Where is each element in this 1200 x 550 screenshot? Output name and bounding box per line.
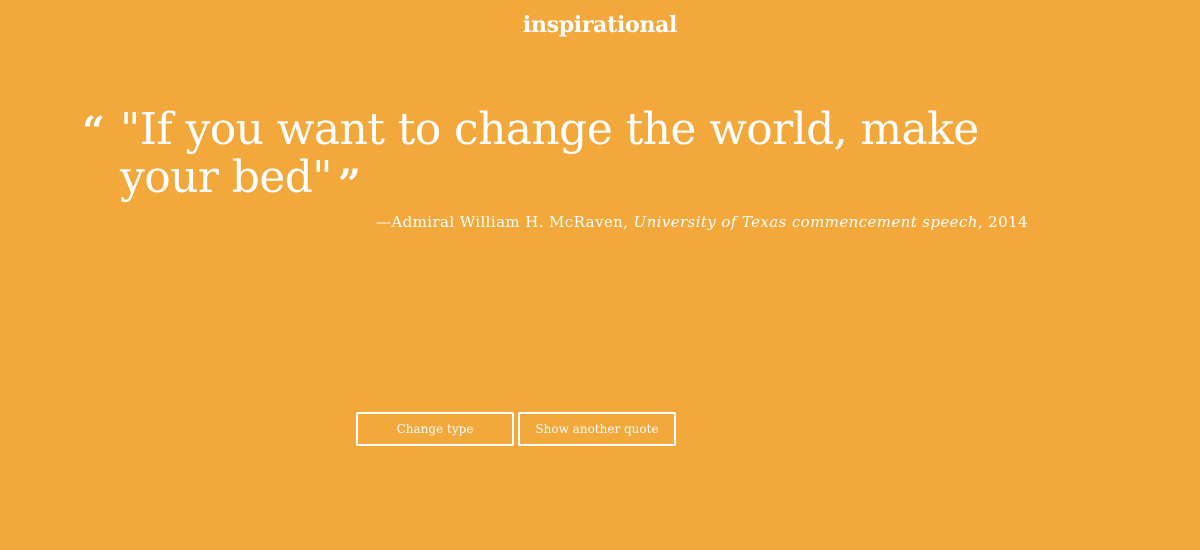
close-quote-mark-icon: ” xyxy=(337,161,361,208)
attribution-author: —Admiral William H. McRaven, xyxy=(376,213,634,231)
quote-body: "If you want to change the world, make y… xyxy=(120,104,979,203)
quote-page: inspirational “ "If you want to change t… xyxy=(0,0,1200,550)
attribution-year: , 2014 xyxy=(977,213,1028,231)
change-type-button[interactable]: Change type xyxy=(356,412,514,446)
quote-text: "If you want to change the world, make y… xyxy=(120,106,1070,209)
quote-block: “ "If you want to change the world, make… xyxy=(82,106,1082,209)
show-another-quote-button[interactable]: Show another quote xyxy=(518,412,676,446)
category-title: inspirational xyxy=(522,12,678,38)
action-buttons: Change type Show another quote xyxy=(356,412,676,446)
open-quote-mark-icon: “ xyxy=(82,108,106,155)
attribution-source: University of Texas commencement speech xyxy=(633,213,978,231)
quote-attribution: —Admiral William H. McRaven, University … xyxy=(376,213,1028,231)
